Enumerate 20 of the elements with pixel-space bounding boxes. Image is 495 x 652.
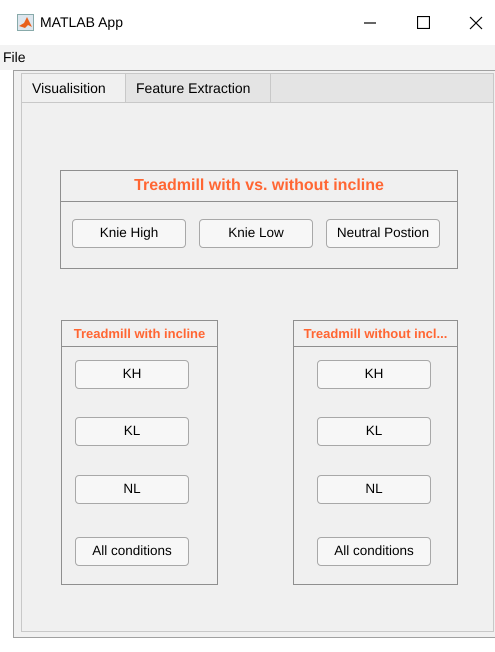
close-icon[interactable] [469,16,483,30]
menu-item[interactable]: File [2,47,27,68]
push-button[interactable]: KL [75,417,189,446]
push-button[interactable]: Neutral Postion [326,219,440,248]
panel-title: Treadmill with vs. without incline [61,171,457,202]
panel-title: Treadmill without incl... [294,321,457,347]
push-button[interactable]: Knie Low [199,219,313,248]
push-button[interactable]: KH [317,360,431,389]
push-button[interactable]: All conditions [317,537,431,566]
push-button[interactable]: KL [317,417,431,446]
window-title: MATLAB App [40,13,124,32]
push-button[interactable]: NL [75,475,189,504]
push-button[interactable]: Knie High [72,219,186,248]
panel-title: Treadmill with incline [62,321,217,347]
maximize-icon[interactable] [417,16,430,29]
push-button[interactable]: KH [75,360,189,389]
push-button[interactable]: NL [317,475,431,504]
app-logo-icon [17,14,34,31]
tab[interactable]: Visualisition [22,74,126,102]
push-button[interactable]: All conditions [75,537,189,566]
